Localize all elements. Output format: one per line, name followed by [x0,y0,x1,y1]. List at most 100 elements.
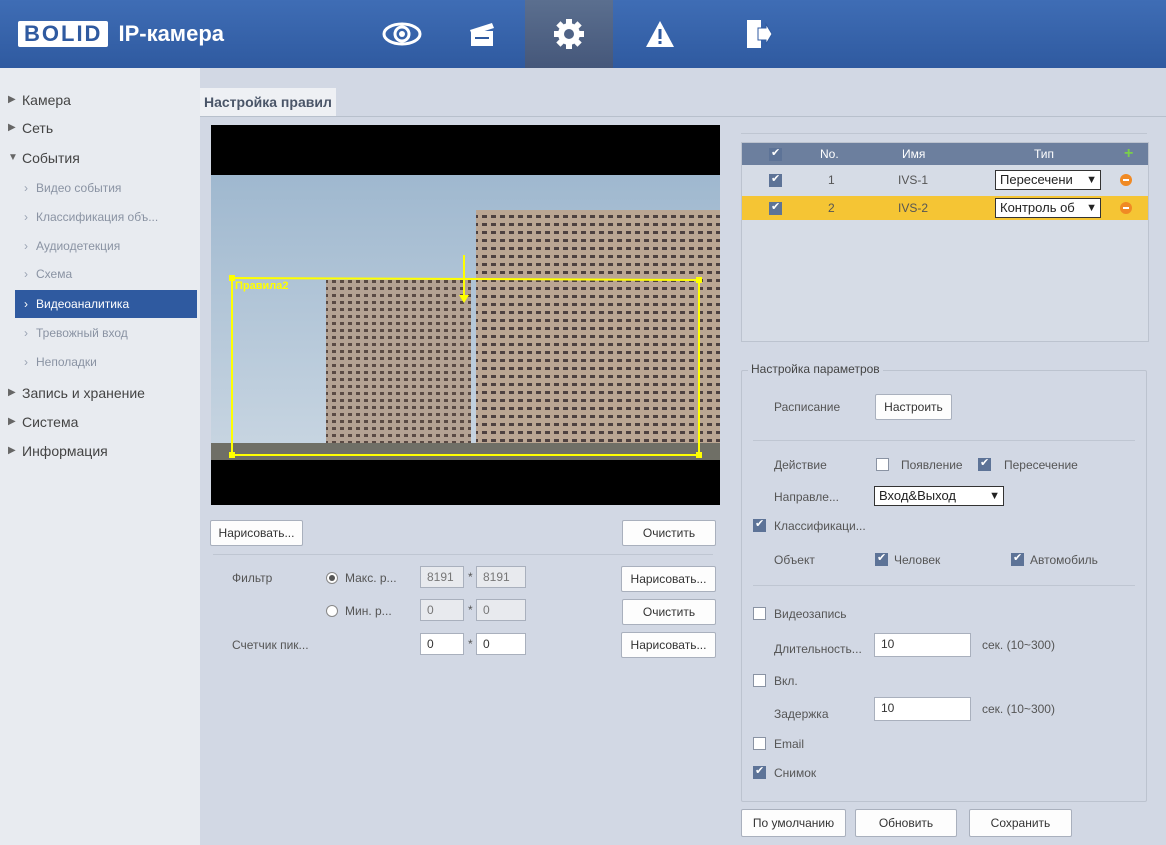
object-label: Объект [774,553,815,567]
sidebar-item-alarm-input[interactable]: › Тревожный вход [0,319,200,347]
cross-label: Пересечение [1004,458,1078,472]
select-value: Пересечени [1000,172,1073,187]
min-height-field[interactable]: 0 [476,599,526,621]
action-label: Действие [774,458,827,472]
delay-field[interactable]: 10 [874,697,971,721]
enable-label: Вкл. [774,674,798,688]
remove-rule-icon[interactable] [1120,202,1132,214]
sidebar-item-faults[interactable]: › Неполадки [0,348,200,376]
row-checkbox[interactable] [769,200,782,215]
enable-checkbox[interactable] [753,674,766,687]
max-width-field[interactable]: 8191 [420,566,464,588]
sidebar-item-label: Сеть [22,120,54,136]
sidebar-item-info[interactable]: ▶ Информация [0,437,200,465]
chevron-right-icon: › [24,355,28,369]
table-row[interactable]: 2 IVS-2 Контроль об ▼ [742,196,1148,220]
nav-playback[interactable] [438,0,526,68]
sidebar-item-label: Видеоаналитика [36,297,130,311]
add-rule-icon[interactable]: + [1124,145,1133,163]
appear-checkbox[interactable] [876,458,889,471]
chevron-right-icon: › [24,239,28,253]
divider [753,585,1135,586]
delay-label: Задержка [774,707,829,721]
rule-type-select[interactable]: Пересечени ▼ [995,170,1101,190]
table-row[interactable]: 1 IVS-1 Пересечени ▼ [742,168,1148,192]
car-checkbox[interactable] [1011,551,1024,566]
save-button[interactable]: Сохранить [969,809,1072,837]
sidebar-item-camera[interactable]: ▶ Камера [0,86,200,114]
min-width-field[interactable]: 0 [420,599,464,621]
max-height-field[interactable]: 8191 [476,566,526,588]
max-size-label: Макс. р... [345,571,397,585]
tab-divider [200,116,1166,117]
logo-mark: BOLID [18,21,109,47]
clear-filter-button[interactable]: Очистить [622,599,716,625]
person-checkbox[interactable] [875,551,888,566]
chevron-right-icon: › [24,326,28,340]
sidebar-item-video-analytics[interactable]: › Видеоаналитика [15,290,197,318]
max-size-radio[interactable] [326,572,338,584]
min-size-radio[interactable] [326,605,338,617]
nav-settings[interactable] [525,0,613,68]
top-bar: BOLID IP-камера [0,0,1166,68]
expand-arrow-icon: ▶ [8,387,16,398]
nav-live-view[interactable] [358,0,446,68]
pixel-width-field[interactable]: 0 [420,633,464,655]
sidebar-item-label: Тревожный вход [36,326,128,340]
sidebar-item-network[interactable]: ▶ Сеть [0,114,200,142]
nav-alarm[interactable] [616,0,704,68]
params-legend: Настройка параметров [748,362,883,376]
divider [753,440,1135,441]
draw-pixel-button[interactable]: Нарисовать... [621,632,716,658]
column-no: No. [820,147,839,161]
duration-unit: сек. (10~300) [982,638,1055,652]
sidebar-item-scheme[interactable]: › Схема [0,260,200,288]
row-checkbox[interactable] [769,172,782,187]
sidebar-item-label: Неполадки [36,355,97,369]
filter-label: Фильтр [232,571,273,585]
email-checkbox[interactable] [753,737,766,750]
rule-label: Правила2 [235,280,289,292]
email-label: Email [774,737,805,751]
record-label: Видеозапись [774,607,847,621]
rule-type-select[interactable]: Контроль об ▼ [995,198,1101,218]
classification-checkbox[interactable] [753,517,766,532]
sidebar-item-video-events[interactable]: › Видео события [0,174,200,202]
nav-logout[interactable] [714,0,802,68]
clear-rule-button[interactable]: Очистить [622,520,716,546]
chevron-right-icon: › [24,210,28,224]
duration-field[interactable]: 10 [874,633,971,657]
expand-arrow-icon: ▶ [8,94,16,105]
sidebar-item-classification[interactable]: › Классификация объ... [0,203,200,231]
sidebar-item-events[interactable]: ▼ События [0,144,200,172]
draw-max-button[interactable]: Нарисовать... [621,566,716,592]
person-label: Человек [894,553,941,567]
warning-icon [646,21,674,47]
duration-label: Длительность... [774,642,862,656]
collapse-arrow-icon: ▼ [8,152,18,163]
draw-rule-button[interactable]: Нарисовать... [210,520,303,546]
select-all-checkbox[interactable] [769,146,782,161]
cross-checkbox[interactable] [978,456,991,471]
direction-select[interactable]: Вход&Выход ▼ [874,486,1004,506]
schedule-button[interactable]: Настроить [875,394,952,420]
chevron-down-icon: ▼ [1086,202,1097,214]
refresh-button[interactable]: Обновить [855,809,957,837]
remove-rule-icon[interactable] [1120,174,1132,186]
classification-label: Классификаци... [774,519,866,533]
sidebar-item-system[interactable]: ▶ Система [0,408,200,436]
tab-rule-settings[interactable]: Настройка правил [200,88,336,116]
sidebar-item-storage[interactable]: ▶ Запись и хранение [0,379,200,407]
sidebar-item-label: Запись и хранение [22,385,145,401]
default-button[interactable]: По умолчанию [741,809,846,837]
sidebar-item-audio-detection[interactable]: › Аудиодетекция [0,232,200,260]
column-type: Тип [1034,147,1055,161]
video-preview[interactable]: Правила2 [211,125,720,505]
pixel-height-field[interactable]: 0 [476,633,526,655]
direction-label: Направле... [774,490,839,504]
snapshot-label: Снимок [774,766,817,780]
car-label: Автомобиль [1030,553,1098,567]
divider [741,133,1147,134]
record-checkbox[interactable] [753,607,766,620]
snapshot-checkbox[interactable] [753,764,766,779]
